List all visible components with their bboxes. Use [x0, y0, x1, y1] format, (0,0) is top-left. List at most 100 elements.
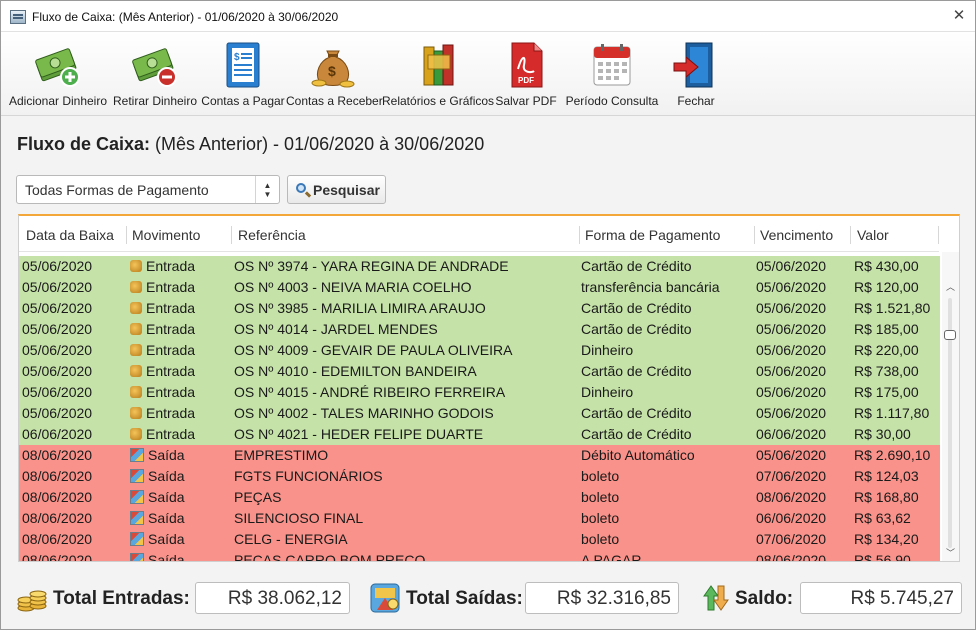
table-row[interactable]: 05/06/2020 Entrada OS Nº 4009 - GEVAIR DE …	[19, 340, 940, 361]
col-valor[interactable]: Valor	[857, 227, 889, 243]
cell-vencimento: 07/06/2020	[756, 468, 827, 484]
cell-vencimento: 06/06/2020	[756, 426, 827, 442]
cell-valor: R$ 124,03	[854, 468, 919, 484]
col-referencia[interactable]: Referência	[238, 227, 306, 243]
select-arrows-icon: ▲ ▼	[255, 176, 279, 203]
movimento-text: Saída	[148, 552, 185, 562]
column-divider	[579, 226, 580, 244]
vertical-scrollbar[interactable]: ︿ ﹀	[942, 252, 959, 561]
cell-valor: R$ 220,00	[854, 342, 919, 358]
payment-method-select[interactable]: Todas Formas de Pagamento ▲ ▼	[16, 175, 280, 204]
cell-vencimento: 05/06/2020	[756, 447, 827, 463]
table-row[interactable]: 08/06/2020 Saída EMPRESTIMO Débito Automáti…	[19, 445, 940, 466]
table-row[interactable]: 08/06/2020 Saída SILENCIOSO FINAL boleto 06/…	[19, 508, 940, 529]
cell-vencimento: 05/06/2020	[756, 363, 827, 379]
table-row[interactable]: 05/06/2020 Entrada OS Nº 4014 - JARDEL MEN…	[19, 319, 940, 340]
save-pdf-button[interactable]: PDF Salvar PDF	[495, 36, 557, 114]
add-money-label: Adicionar Dinheiro	[8, 94, 108, 108]
cell-referencia: CELG - ENERGIA	[234, 531, 348, 547]
cell-referencia: OS Nº 4009 - GEVAIR DE PAULA OLIVEIRA	[234, 342, 513, 358]
cell-vencimento: 05/06/2020	[756, 321, 827, 337]
books-icon	[423, 44, 454, 86]
table-row[interactable]: 05/06/2020 Entrada OS Nº 4010 - EDEMILTON …	[19, 361, 940, 382]
cell-movimento: Entrada	[130, 342, 195, 358]
table-row[interactable]: 06/06/2020 Entrada OS Nº 4021 - HEDER FELI…	[19, 424, 940, 445]
entrada-icon	[130, 260, 142, 272]
cell-movimento: Saída	[130, 552, 185, 562]
search-button[interactable]: Pesquisar	[287, 175, 386, 204]
cell-forma-pagamento: Cartão de Crédito	[581, 363, 692, 379]
page-title: Fluxo de Caixa: (Mês Anterior) - 01/06/2…	[17, 134, 484, 155]
scroll-down-icon[interactable]: ﹀	[942, 546, 959, 560]
table-row[interactable]: 05/06/2020 Entrada OS Nº 3985 - MARILIA LI…	[19, 298, 940, 319]
total-entradas-value: R$ 38.062,12	[195, 582, 350, 614]
pdf-icon: PDF	[511, 42, 543, 88]
column-divider	[938, 226, 939, 244]
col-forma-pagamento[interactable]: Forma de Pagamento	[585, 227, 720, 243]
scroll-thumb[interactable]	[944, 330, 956, 340]
table-row[interactable]: 08/06/2020 Saída CELG - ENERGIA boleto 07/06…	[19, 529, 940, 550]
movimento-text: Entrada	[146, 384, 196, 400]
reports-charts-button[interactable]: Relatórios e Gráficos	[382, 36, 494, 114]
cell-movimento: Entrada	[130, 321, 195, 337]
scroll-up-icon[interactable]: ︿	[942, 280, 959, 294]
cell-data-baixa: 08/06/2020	[22, 489, 93, 505]
table-row[interactable]: 08/06/2020 Saída FGTS FUNCIONÁRIOS boleto 07…	[19, 466, 940, 487]
cell-data-baixa: 05/06/2020	[22, 405, 93, 421]
saida-icon	[130, 490, 144, 504]
cell-forma-pagamento: A PAGAR	[581, 552, 642, 562]
accounts-receivable-button[interactable]: $ Contas a Receber	[286, 36, 383, 114]
title-bar: Fluxo de Caixa: (Mês Anterior) - 01/06/2…	[1, 1, 975, 32]
bill-document-icon: $	[226, 42, 260, 88]
table-row[interactable]: 05/06/2020 Entrada OS Nº 4015 - ANDRÉ RIBE…	[19, 382, 940, 403]
accounts-payable-button[interactable]: $ Contas a Pagar	[200, 36, 286, 114]
add-money-button[interactable]: Adicionar Dinheiro	[5, 36, 111, 114]
entrada-icon	[130, 407, 142, 419]
table-row[interactable]: 08/06/2020 Saída PECAS CARRO BOM PRECO A PA…	[19, 550, 940, 562]
total-saidas-label: Total Saídas:	[406, 588, 523, 609]
cell-data-baixa: 05/06/2020	[22, 342, 93, 358]
cell-data-baixa: 05/06/2020	[22, 384, 93, 400]
cell-movimento: Entrada	[130, 258, 195, 274]
cell-forma-pagamento: boleto	[581, 531, 620, 547]
cell-vencimento: 05/06/2020	[756, 258, 827, 274]
cell-forma-pagamento: boleto	[581, 510, 620, 526]
toolbar: Adicionar Dinheiro Retirar Dinheiro $ Co…	[1, 32, 975, 116]
movimento-text: Entrada	[146, 342, 196, 358]
close-icon[interactable]: ✕	[949, 6, 969, 26]
col-vencimento[interactable]: Vencimento	[760, 227, 833, 243]
page-title-bold: Fluxo de Caixa:	[17, 134, 151, 154]
accounts-receivable-label: Contas a Receber	[286, 94, 383, 108]
cell-forma-pagamento: Cartão de Crédito	[581, 321, 692, 337]
total-saidas-value: R$ 32.316,85	[525, 582, 679, 614]
entrada-icon	[130, 323, 142, 335]
exit-door-icon	[673, 42, 713, 88]
query-period-button[interactable]: Período Consulta	[558, 36, 666, 114]
movimento-text: Saída	[148, 510, 185, 526]
col-data-baixa[interactable]: Data da Baixa	[26, 227, 114, 243]
cell-vencimento: 06/06/2020	[756, 510, 827, 526]
cell-movimento: Entrada	[130, 426, 195, 442]
close-button[interactable]: Fechar	[668, 36, 724, 114]
movimento-text: Saída	[148, 447, 185, 463]
table-row[interactable]: 08/06/2020 Saída PEÇAS boleto 08/06/2020 R$ 1…	[19, 487, 940, 508]
totals-bar: Total Entradas: R$ 38.062,12 Total Saída…	[1, 574, 975, 624]
table-row[interactable]: 05/06/2020 Entrada OS Nº 4003 - NEIVA MARI…	[19, 277, 940, 298]
cell-referencia: OS Nº 4002 - TALES MARINHO GODOIS	[234, 405, 494, 421]
saida-icon	[130, 469, 144, 483]
withdraw-money-button[interactable]: Retirar Dinheiro	[111, 36, 199, 114]
cell-data-baixa: 05/06/2020	[22, 300, 93, 316]
payment-method-value: Todas Formas de Pagamento	[25, 182, 209, 198]
cell-forma-pagamento: transferência bancária	[581, 279, 720, 295]
accounts-payable-label: Contas a Pagar	[201, 94, 285, 108]
expenses-icon	[370, 583, 400, 613]
cell-movimento: Entrada	[130, 279, 195, 295]
cell-forma-pagamento: Cartão de Crédito	[581, 258, 692, 274]
table-row[interactable]: 05/06/2020 Entrada OS Nº 4002 - TALES MARI…	[19, 403, 940, 424]
col-movimento[interactable]: Movimento	[132, 227, 200, 243]
movimento-text: Entrada	[146, 321, 196, 337]
saida-icon	[130, 553, 144, 561]
table-row[interactable]: 05/06/2020 Entrada OS Nº 3974 - YARA REGIN…	[19, 256, 940, 277]
movimento-text: Entrada	[146, 363, 196, 379]
cell-forma-pagamento: Débito Automático	[581, 447, 695, 463]
